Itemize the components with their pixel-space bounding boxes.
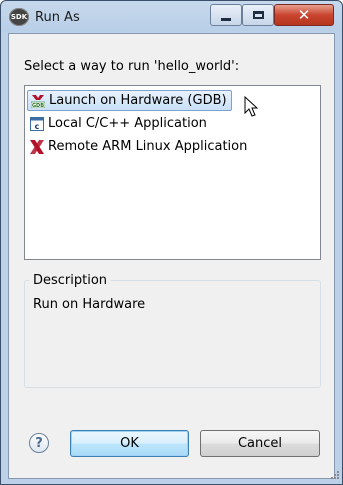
maximize-icon xyxy=(252,11,264,19)
list-item-label: Launch on Hardware (GDB) xyxy=(49,93,227,108)
description-text: Run on Hardware xyxy=(33,297,146,312)
maximize-button[interactable] xyxy=(242,4,274,26)
cancel-button[interactable]: Cancel xyxy=(200,430,320,457)
resize-grip-icon[interactable] xyxy=(328,470,340,482)
sdk-app-icon[interactable]: SDK xyxy=(9,8,29,26)
list-item-label: Local C/C++ Application xyxy=(48,116,207,131)
list-item-remote-arm-linux-application[interactable]: Remote ARM Linux Application xyxy=(27,136,247,157)
close-icon: ✕ xyxy=(297,5,311,24)
minimize-icon xyxy=(221,17,231,21)
svg-text:GDB: GDB xyxy=(32,103,44,108)
list-item-launch-on-hardware[interactable]: GDB Launch on Hardware (GDB) xyxy=(27,90,232,111)
help-button[interactable]: ? xyxy=(29,433,49,453)
minimize-button[interactable] xyxy=(210,4,242,26)
run-prompt-label: Select a way to run 'hello_world': xyxy=(24,59,240,74)
run-as-dialog: SDK Run As ✕ Select a way to run 'hello_… xyxy=(0,0,343,485)
description-label: Description xyxy=(29,273,112,288)
dialog-body: Select a way to run 'hello_world': GDB L… xyxy=(8,33,335,479)
close-button[interactable]: ✕ xyxy=(274,4,334,26)
list-item-local-c-application[interactable]: c Local C/C++ Application xyxy=(27,113,207,134)
c-application-icon: c xyxy=(30,116,44,131)
xilinx-icon xyxy=(30,139,44,154)
list-item-label: Remote ARM Linux Application xyxy=(48,139,248,154)
ok-button[interactable]: OK xyxy=(70,430,189,457)
window-title: Run As xyxy=(35,10,80,25)
title-bar[interactable]: SDK Run As ✕ xyxy=(1,1,342,33)
svg-text:c: c xyxy=(35,122,40,131)
mouse-pointer-icon xyxy=(244,96,258,117)
launch-type-list[interactable]: GDB Launch on Hardware (GDB) c Local C/C… xyxy=(24,85,321,260)
gdb-icon: GDB xyxy=(30,94,46,109)
